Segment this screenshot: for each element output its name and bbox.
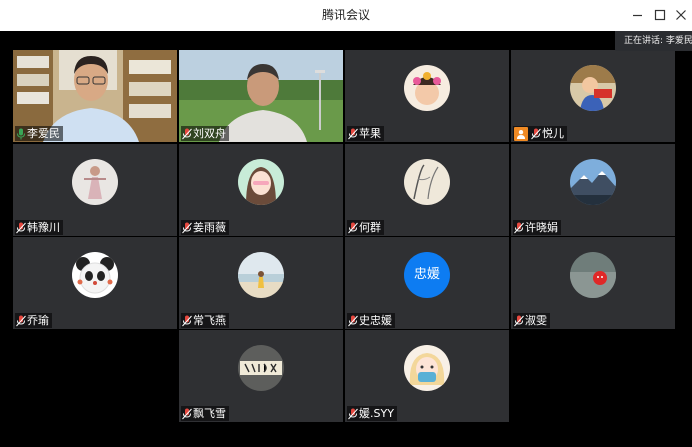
participant-tile[interactable]: 姜雨薇	[179, 144, 343, 236]
participant-tile[interactable]: 乔瑜	[13, 237, 177, 329]
mic-muted-icon	[514, 222, 524, 234]
participant-label: 常飞燕	[181, 313, 229, 328]
mountain-landscape-icon	[570, 159, 616, 205]
participant-name: 何群	[359, 221, 381, 234]
panda-icon	[72, 252, 118, 298]
red-balloon-water-icon	[570, 252, 616, 298]
participant-label: 刘双舟	[181, 126, 229, 141]
participant-tile[interactable]: 李爱民	[13, 50, 177, 142]
calligraphy-sign-icon	[238, 345, 284, 391]
mic-muted-icon	[531, 128, 541, 140]
participant-name: 媛.SYY	[359, 407, 394, 420]
text-avatar: 忠媛	[404, 252, 450, 298]
participant-label: 淑雯	[513, 313, 550, 328]
participant-tile[interactable]: 刘双舟	[179, 50, 343, 142]
participant-tile[interactable]: 何群	[345, 144, 509, 236]
participant-label: 乔瑜	[15, 313, 52, 328]
child-red-sign-icon	[570, 65, 616, 111]
maximize-button[interactable]	[651, 6, 669, 24]
participant-name: 淑雯	[525, 314, 547, 327]
close-button[interactable]	[672, 6, 690, 24]
mic-muted-icon	[348, 408, 358, 420]
participant-tile[interactable]: 许晓娟	[511, 144, 675, 236]
mic-muted-icon	[348, 315, 358, 327]
participant-tile[interactable]: 悦儿	[511, 50, 675, 142]
participant-name: 姜雨薇	[193, 221, 226, 234]
participant-tile[interactable]: 韩豫川	[13, 144, 177, 236]
participant-label: 苹果	[347, 126, 384, 141]
mic-on-icon	[16, 128, 26, 140]
minimize-icon	[633, 14, 642, 17]
participant-tile[interactable]: 淑雯	[511, 237, 675, 329]
beach-person-icon	[238, 252, 284, 298]
participant-name: 刘双舟	[193, 127, 226, 140]
mic-muted-icon	[182, 128, 192, 140]
title-bar: 腾讯会议	[0, 0, 692, 31]
participant-label: 许晓娟	[513, 220, 561, 235]
participant-name: 常飞燕	[193, 314, 226, 327]
anime-blonde-girl-icon	[404, 345, 450, 391]
participant-name: 许晓娟	[525, 221, 558, 234]
participant-label: 何群	[347, 220, 384, 235]
mic-muted-icon	[182, 408, 192, 420]
participant-label: 韩豫川	[15, 220, 63, 235]
mic-muted-icon	[16, 222, 26, 234]
participant-tile[interactable]: 常飞燕	[179, 237, 343, 329]
host-badge-icon	[514, 126, 528, 141]
participant-name: 乔瑜	[27, 314, 49, 327]
participant-name: 李爱民	[27, 127, 60, 140]
anime-girl-icon	[238, 159, 284, 205]
participant-name: 悦儿	[542, 127, 564, 140]
mic-muted-icon	[16, 315, 26, 327]
ink-painting-icon	[404, 159, 450, 205]
participant-name: 韩豫川	[27, 221, 60, 234]
participant-label: 姜雨薇	[181, 220, 229, 235]
video-grid: 李爱民 刘双舟 苹果 悦儿 韩豫川 姜雨薇 何群 许晓娟 乔瑜 常飞燕 忠媛 史…	[0, 31, 692, 447]
participant-label: 飘飞雪	[181, 406, 229, 421]
mic-muted-icon	[348, 128, 358, 140]
participant-tile[interactable]: 飘飞雪	[179, 330, 343, 422]
minimize-button[interactable]	[629, 6, 647, 24]
figure-dancer-icon	[72, 159, 118, 205]
mic-muted-icon	[348, 222, 358, 234]
participant-name: 史忠媛	[359, 314, 392, 327]
mic-muted-icon	[514, 315, 524, 327]
speaking-indicator: 正在讲话: 李爱民;	[615, 31, 692, 51]
participant-label: 悦儿	[513, 126, 567, 141]
participant-name: 飘飞雪	[193, 407, 226, 420]
participant-tile[interactable]: 苹果	[345, 50, 509, 142]
mic-muted-icon	[182, 222, 192, 234]
participant-label: 媛.SYY	[347, 406, 397, 421]
participant-name: 苹果	[359, 127, 381, 140]
participant-tile[interactable]: 媛.SYY	[345, 330, 509, 422]
maximize-icon	[654, 9, 666, 21]
girl-flower-crown-icon	[404, 65, 450, 111]
window-title: 腾讯会议	[321, 8, 370, 22]
participant-label: 李爱民	[15, 126, 63, 141]
close-icon	[676, 10, 686, 20]
participant-tile[interactable]: 忠媛 史忠媛	[345, 237, 509, 329]
participant-label: 史忠媛	[347, 313, 395, 328]
mic-muted-icon	[182, 315, 192, 327]
